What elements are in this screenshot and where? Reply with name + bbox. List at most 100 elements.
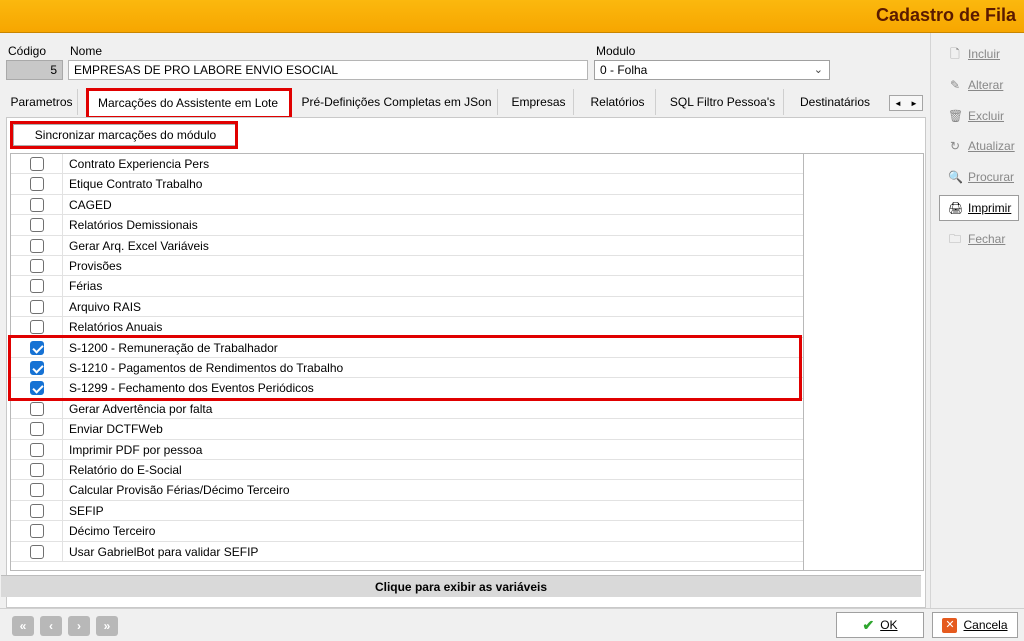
procurar-button[interactable]: 🔍 Procurar xyxy=(939,164,1019,190)
item-checkbox[interactable] xyxy=(30,177,44,192)
nav-prev-button[interactable]: ‹ xyxy=(40,616,62,636)
item-checkbox[interactable] xyxy=(30,197,44,212)
item-checkbox[interactable] xyxy=(30,238,44,253)
item-checkbox[interactable] xyxy=(30,259,44,273)
item-checkbox[interactable] xyxy=(30,442,44,457)
item-checkbox[interactable] xyxy=(30,279,44,294)
item-checkbox[interactable] xyxy=(30,157,44,171)
item-checkbox[interactable] xyxy=(30,320,44,335)
checkbox-cell xyxy=(11,500,63,521)
tab-empresas[interactable]: Empresas xyxy=(504,89,574,115)
nav-first-button[interactable]: « xyxy=(12,616,34,636)
tab-marcacoes-assistente[interactable]: Marcações do Assistente em Lote xyxy=(86,89,290,117)
list-item[interactable]: Relatórios Anuais xyxy=(11,317,803,338)
arrow-right-icon[interactable]: ► xyxy=(910,99,918,108)
printer-icon: 🖨 xyxy=(948,201,964,215)
chevron-down-icon: ⌄ xyxy=(813,64,823,76)
list-item[interactable]: CAGED xyxy=(11,194,803,216)
item-label: Gerar Advertência por falta xyxy=(69,401,213,416)
title-bar: Cadastro de Fila xyxy=(0,0,1024,33)
item-checkbox[interactable] xyxy=(30,463,44,477)
incluir-button[interactable]: 🗋 Incluir xyxy=(939,41,1019,67)
codigo-field[interactable]: 5 xyxy=(6,60,63,80)
item-label: Etique Contrato Trabalho xyxy=(69,177,203,192)
sync-markings-button[interactable]: Sincronizar marcações do módulo xyxy=(13,124,238,146)
checkbox-cell xyxy=(11,480,63,500)
item-checkbox[interactable] xyxy=(30,218,44,233)
tab-parametros[interactable]: Parametros xyxy=(6,89,78,115)
markings-list: Contrato Experiencia Pers Etique Contrato… xyxy=(10,153,804,571)
list-item[interactable]: Provisões xyxy=(11,256,803,277)
atualizar-button[interactable]: ↻ Atualizar xyxy=(939,133,1019,159)
nav-last-button[interactable]: » xyxy=(96,616,118,636)
tab-sql-filtro-pessoas[interactable]: SQL Filtro Pessoa's xyxy=(662,89,784,115)
list-side-panel xyxy=(804,153,924,571)
list-item[interactable]: Arquivo RAIS xyxy=(11,296,803,318)
arrow-left-icon[interactable]: ◄ xyxy=(894,99,902,108)
nome-field[interactable]: EMPRESAS DE PRO LABORE ENVIO ESOCIAL xyxy=(68,60,588,80)
tab-destinatarios[interactable]: Destinatários xyxy=(790,89,880,115)
item-checkbox[interactable] xyxy=(30,340,44,355)
list-item[interactable]: Contrato Experiencia Pers xyxy=(11,154,803,175)
item-label: Relatório do E-Social xyxy=(69,463,182,477)
list-item[interactable]: Calcular Provisão Férias/Décimo Terceiro xyxy=(11,480,803,501)
checkbox-cell xyxy=(11,215,63,235)
item-label: Relatórios Demissionais xyxy=(69,218,198,233)
sidebar-button-label: Fechar xyxy=(968,231,1006,246)
imprimir-button[interactable]: 🖨 Imprimir xyxy=(939,195,1019,221)
modulo-select[interactable]: 0 - Folha ⌄ xyxy=(594,60,830,80)
item-label: Usar GabrielBot para validar SEFIP xyxy=(69,544,259,559)
nav-next-button[interactable]: › xyxy=(68,616,90,636)
list-item[interactable]: Gerar Arq. Excel Variáveis xyxy=(11,235,803,256)
item-checkbox[interactable] xyxy=(30,544,44,559)
checkbox-cell xyxy=(11,521,63,541)
fechar-button[interactable]: 🗀 Fechar xyxy=(939,226,1019,252)
item-checkbox[interactable] xyxy=(30,524,44,539)
list-item[interactable]: Décimo Terceiro xyxy=(11,521,803,542)
list-item[interactable]: S-1200 - Remuneração de Trabalhador xyxy=(11,337,803,358)
checkbox-cell xyxy=(11,154,63,174)
variables-bar[interactable]: Clique para exibir as variáveis xyxy=(1,575,921,597)
alterar-button[interactable]: ✎ Alterar xyxy=(939,72,1019,98)
item-label: S-1299 - Fechamento dos Eventos Periódic… xyxy=(69,381,314,396)
list-item[interactable]: Férias xyxy=(11,276,803,297)
tab-scroll-buttons[interactable]: ◄ ► xyxy=(889,95,923,111)
checkmark-icon: ✔ xyxy=(862,616,875,633)
checkbox-cell xyxy=(11,276,63,296)
list-item[interactable]: Imprimir PDF por pessoa xyxy=(11,439,803,460)
list-item[interactable]: Gerar Advertência por falta xyxy=(11,398,803,420)
item-checkbox[interactable] xyxy=(30,401,44,416)
modulo-select-value: 0 - Folha xyxy=(600,63,648,77)
checkbox-cell xyxy=(11,541,63,561)
action-sidebar: 🗋 Incluir ✎ Alterar 🗑 Excluir ↻ Atualizar 🔍 Procu… xyxy=(930,33,1024,608)
item-checkbox[interactable] xyxy=(30,422,44,437)
list-item[interactable]: S-1210 - Pagamentos de Rendimentos do Tr… xyxy=(11,358,803,379)
close-icon: ✕ xyxy=(942,617,958,633)
excluir-button[interactable]: 🗑 Excluir xyxy=(939,103,1019,129)
list-item[interactable]: SEFIP xyxy=(11,500,803,522)
item-checkbox[interactable] xyxy=(30,503,44,518)
tab-pre-definicoes-json[interactable]: Pré-Definições Completas em JSon xyxy=(296,89,498,115)
list-item[interactable]: S-1299 - Fechamento dos Eventos Periódic… xyxy=(11,378,803,399)
checkbox-cell xyxy=(11,398,63,419)
codigo-label: Código xyxy=(8,44,47,58)
item-checkbox[interactable] xyxy=(30,299,44,314)
bottom-bar: « ‹ › » ✔ OK ✕ Cancela xyxy=(0,608,1024,641)
list-item[interactable]: Relatório do E-Social xyxy=(11,460,803,481)
list-item[interactable]: Usar GabrielBot para validar SEFIP xyxy=(11,541,803,562)
tab-relatorios[interactable]: Relatórios xyxy=(580,89,656,115)
sidebar-button-label: Alterar xyxy=(968,77,1004,92)
cancel-button[interactable]: ✕ Cancela xyxy=(932,612,1018,638)
sidebar-button-label: Atualizar xyxy=(968,139,1015,154)
item-checkbox[interactable] xyxy=(30,483,44,498)
checkbox-cell xyxy=(11,439,63,459)
item-checkbox[interactable] xyxy=(30,361,44,375)
ok-button[interactable]: ✔ OK xyxy=(836,612,924,638)
list-item[interactable]: Enviar DCTFWeb xyxy=(11,419,803,440)
item-label: Provisões xyxy=(69,259,122,273)
pencil-icon: ✎ xyxy=(949,77,961,92)
list-item[interactable]: Relatórios Demissionais xyxy=(11,215,803,236)
list-item[interactable]: Etique Contrato Trabalho xyxy=(11,174,803,195)
item-checkbox[interactable] xyxy=(30,381,44,396)
item-label: Férias xyxy=(69,279,103,294)
